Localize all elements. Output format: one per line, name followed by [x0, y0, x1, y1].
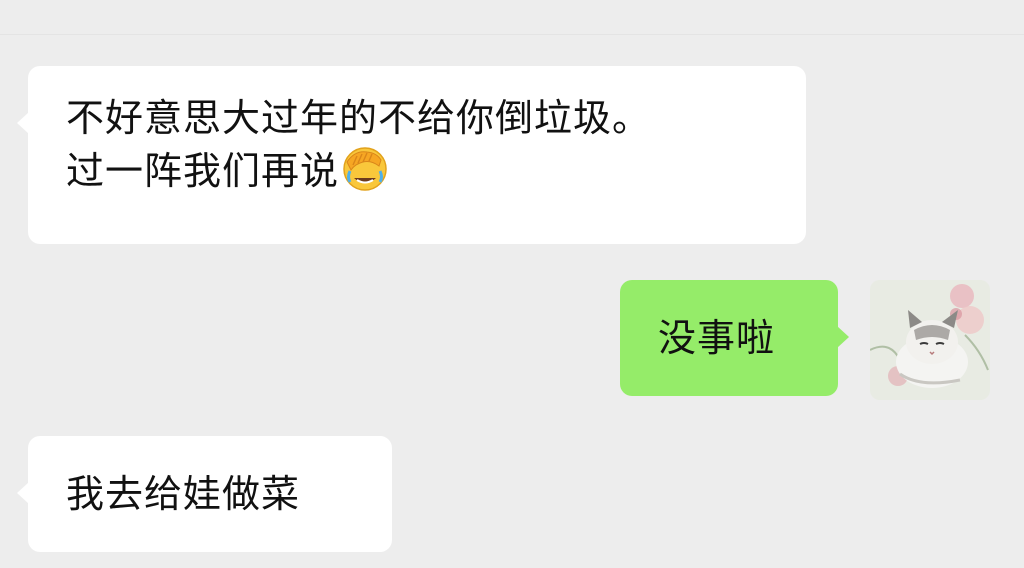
bubble-tail: [837, 326, 849, 348]
bubble-tail: [17, 112, 29, 134]
message-text-line: 过一阵我们再说: [66, 149, 340, 193]
bubble-tail: [17, 482, 29, 504]
incoming-message-bubble[interactable]: 我去给娃做菜: [17, 436, 392, 552]
header-divider: [0, 34, 1024, 35]
face-palm-crying-emoji-icon: [343, 147, 387, 191]
outgoing-message-bubble[interactable]: 没事啦: [620, 280, 849, 396]
avatar-image: [870, 280, 990, 400]
message-text-line: 不好意思大过年的不给你倒垃圾。: [66, 96, 652, 140]
incoming-message-bubble[interactable]: 不好意思大过年的不给你倒垃圾。 过一阵我们再说: [17, 66, 806, 244]
message-text: 没事啦: [658, 316, 776, 360]
message-text-line-with-emoji: 过一阵我们再说: [66, 144, 768, 197]
message-text: 我去给娃做菜: [66, 472, 301, 516]
cat-avatar-icon[interactable]: [870, 280, 990, 400]
